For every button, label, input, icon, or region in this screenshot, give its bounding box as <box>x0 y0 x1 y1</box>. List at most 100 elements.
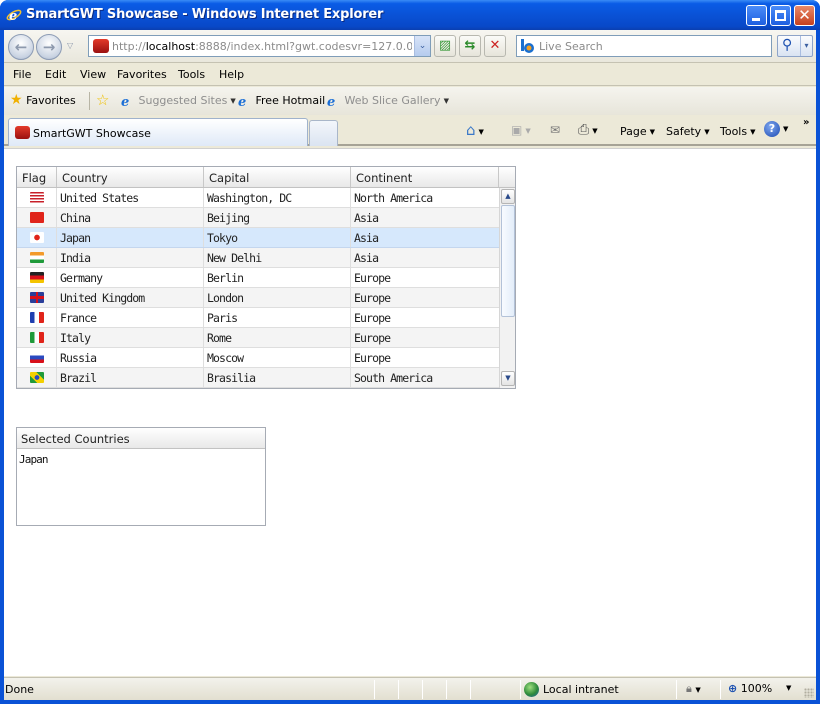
continent-cell: Europe <box>354 271 391 285</box>
table-row[interactable]: Germany Berlin Europe <box>17 268 499 288</box>
table-row[interactable]: China Beijing Asia <box>17 208 499 228</box>
favorites-button[interactable]: ★ Favorites <box>10 92 76 110</box>
table-row[interactable]: United Kingdom London Europe <box>17 288 499 308</box>
maximize-button[interactable] <box>770 5 791 26</box>
continent-cell: Europe <box>354 351 391 365</box>
flag-fr-icon <box>30 312 44 323</box>
fav-link-suggested-sites[interactable]: e Suggested Sites ▼ <box>121 94 236 111</box>
stop-button[interactable]: ✕ <box>484 35 506 57</box>
back-button[interactable]: ← <box>8 34 34 60</box>
grid-vertical-scrollbar[interactable]: ▲ ▼ <box>499 188 515 388</box>
zoom-magnifier-icon: ⊕ <box>728 682 738 695</box>
safety-menu-button[interactable]: Safety ▼ <box>666 125 710 138</box>
minimize-button[interactable] <box>746 5 767 26</box>
site-favicon-icon <box>15 126 30 139</box>
add-to-favorites-bar-icon[interactable]: ☆ <box>96 91 109 109</box>
dropdown-arrow-icon: ▼ <box>443 97 449 105</box>
favorites-label: Favorites <box>26 94 76 107</box>
table-row[interactable]: India New Delhi Asia <box>17 248 499 268</box>
tools-menu-label: Tools <box>720 125 748 138</box>
window-title: SmartGWT Showcase - Windows Internet Exp… <box>26 7 384 22</box>
menu-tools[interactable]: Tools <box>178 68 205 81</box>
dropdown-arrow-icon: ▼ <box>478 128 484 136</box>
home-button[interactable]: ⌂ ▼ <box>466 121 484 139</box>
table-row[interactable]: United States Washington, DC North America <box>17 188 499 208</box>
country-cell: Italy <box>57 328 204 347</box>
flag-cell <box>17 188 57 207</box>
menu-help[interactable]: Help <box>219 68 244 81</box>
table-row[interactable]: France Paris Europe <box>17 308 499 328</box>
url-text[interactable]: http://localhost:8888/index.html?gwt.cod… <box>112 40 412 53</box>
capital-cell: Brasilia <box>204 368 351 387</box>
compatibility-view-button[interactable]: ▨ <box>434 35 456 57</box>
zoom-level-button[interactable]: ⊕ 100% <box>728 682 772 695</box>
status-divider <box>520 680 521 699</box>
menu-bar: File Edit View Favorites Tools Help <box>4 64 816 86</box>
flag-us-icon <box>30 192 44 203</box>
menu-edit[interactable]: Edit <box>45 68 66 81</box>
tools-menu-button[interactable]: Tools ▼ <box>720 125 756 138</box>
country-cell: United States <box>57 188 204 207</box>
continent-cell: Asia <box>354 211 379 225</box>
scroll-thumb[interactable] <box>501 205 515 317</box>
title-bar[interactable]: e SmartGWT Showcase - Windows Internet E… <box>0 0 820 30</box>
refresh-button[interactable]: ⇆ <box>459 35 481 57</box>
resize-grip[interactable] <box>804 688 814 698</box>
recent-pages-dropdown[interactable]: ▽ <box>67 41 73 50</box>
fav-link-free-hotmail[interactable]: e Free Hotmail <box>238 94 325 111</box>
status-divider <box>470 680 471 699</box>
intranet-globe-icon <box>524 682 539 697</box>
flag-br-icon <box>30 372 44 383</box>
new-tab-button[interactable] <box>309 120 338 146</box>
menu-favorites[interactable]: Favorites <box>117 68 167 81</box>
fav-link-label: Free Hotmail <box>255 94 326 107</box>
status-divider <box>446 680 447 699</box>
scroll-up-button[interactable]: ▲ <box>501 189 515 204</box>
svg-text:e: e <box>9 9 17 23</box>
grid-body: United States Washington, DC North America… <box>17 188 499 388</box>
table-row[interactable]: Brazil Brasilia South America <box>17 368 499 388</box>
protected-mode-button[interactable]: 🔒︎ ▼ <box>686 682 701 696</box>
address-bar[interactable]: http://localhost:8888/index.html?gwt.cod… <box>88 35 431 57</box>
close-window-button[interactable]: ✕ <box>794 5 815 26</box>
table-row[interactable]: Russia Moscow Europe <box>17 348 499 368</box>
column-header-flag[interactable]: Flag <box>17 167 57 187</box>
menu-file[interactable]: File <box>13 68 31 81</box>
search-options-dropdown[interactable]: ▾ <box>800 36 812 56</box>
selected-country-item[interactable]: Japan <box>19 453 49 466</box>
table-row[interactable]: Japan Tokyo Asia <box>17 228 499 248</box>
menu-view[interactable]: View <box>80 68 106 81</box>
scroll-down-button[interactable]: ▼ <box>501 371 515 386</box>
feeds-button[interactable]: ▣ ▼ <box>511 123 531 137</box>
country-cell: Brazil <box>57 368 204 387</box>
address-dropdown-button[interactable]: ⌄ <box>414 36 430 56</box>
print-button[interactable]: ⎙ ▼ <box>578 122 598 138</box>
ie-page-icon: e <box>238 95 247 110</box>
search-button[interactable]: ⚲ ▾ <box>777 35 813 57</box>
home-icon: ⌂ <box>466 121 476 139</box>
column-header-continent[interactable]: Continent <box>351 167 499 187</box>
fav-link-web-slice-gallery[interactable]: e Web Slice Gallery ▼ <box>327 94 449 111</box>
capital-cell: London <box>204 288 351 307</box>
fav-link-label: Web Slice Gallery <box>344 94 441 107</box>
dropdown-arrow-icon: ▼ <box>695 686 701 694</box>
toolbar-overflow-chevron[interactable]: » <box>803 117 809 128</box>
zoom-dropdown-button[interactable]: ▼ <box>786 684 791 692</box>
help-button[interactable]: ? ▼ <box>764 121 788 137</box>
flag-cell <box>17 368 57 387</box>
flag-cell <box>17 268 57 287</box>
flag-in-icon <box>30 252 44 263</box>
column-header-capital[interactable]: Capital <box>204 167 351 187</box>
safety-menu-label: Safety <box>666 125 702 138</box>
security-zone[interactable]: Local intranet <box>524 682 619 697</box>
forward-button[interactable]: → <box>36 34 62 60</box>
dropdown-arrow-icon: ▼ <box>649 128 656 136</box>
read-mail-button[interactable]: ✉ <box>550 123 560 137</box>
table-row[interactable]: Italy Rome Europe <box>17 328 499 348</box>
zoom-level-label: 100% <box>740 682 773 695</box>
search-input[interactable]: Live Search <box>516 35 772 57</box>
tab-smartgwt-showcase[interactable]: SmartGWT Showcase <box>8 118 308 146</box>
continent-cell: Asia <box>354 251 379 265</box>
column-header-country[interactable]: Country <box>57 167 204 187</box>
page-menu-button[interactable]: Page ▼ <box>620 125 655 138</box>
